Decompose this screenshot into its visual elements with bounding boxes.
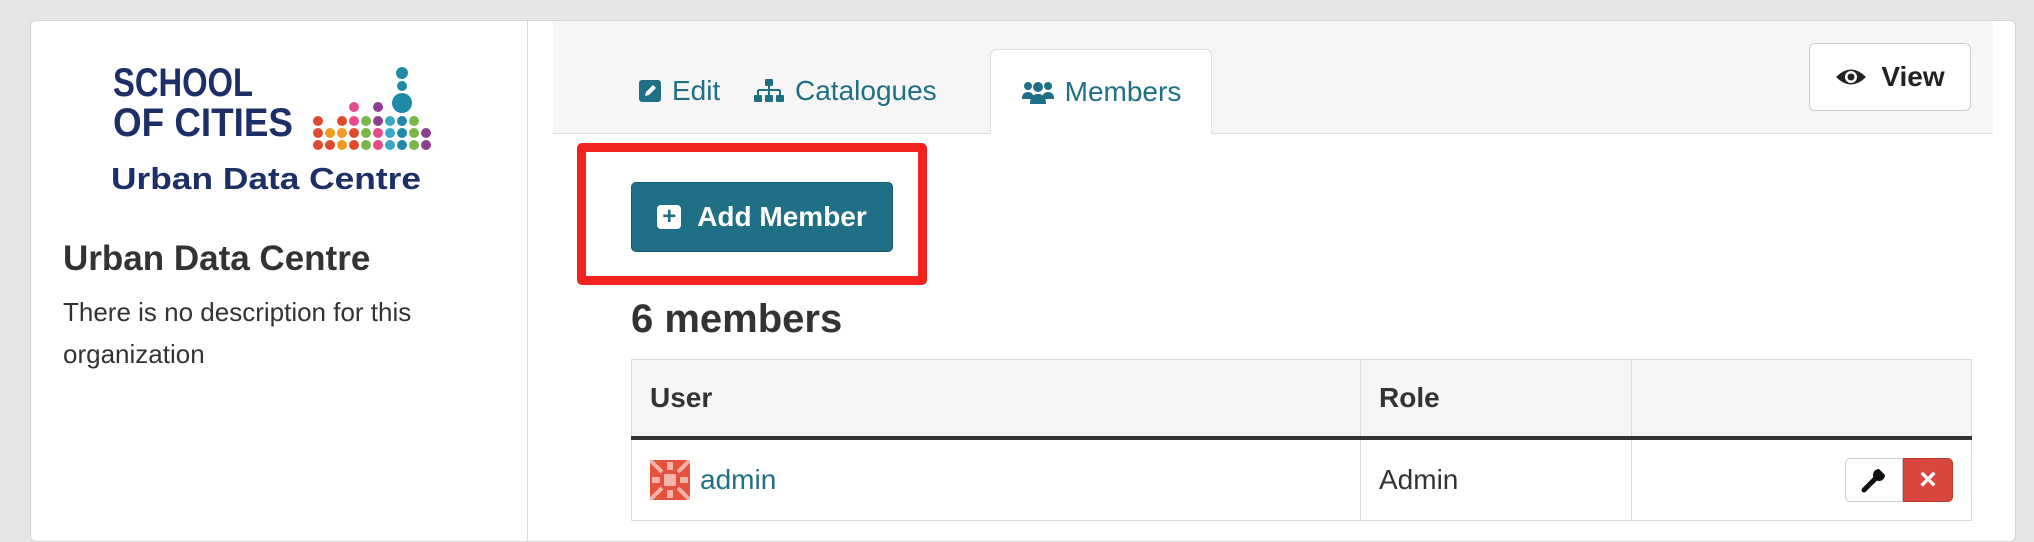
wrench-icon <box>1861 469 1885 493</box>
table-row: admin Admin × <box>631 437 1972 521</box>
close-icon: × <box>1919 463 1937 496</box>
add-member-button[interactable]: + Add Member <box>631 182 893 252</box>
logo-line1: SCHOOL <box>113 61 253 105</box>
table-header-row: User Role <box>631 359 1972 440</box>
tab-edit[interactable]: Edit <box>638 49 720 133</box>
org-title: Urban Data Centre <box>63 239 371 278</box>
header-user: User <box>631 359 1361 440</box>
logo-subtitle: Urban Data Centre <box>111 161 421 196</box>
add-member-label: Add Member <box>697 201 867 232</box>
edit-member-button[interactable] <box>1845 458 1903 502</box>
sitemap-icon <box>754 79 784 102</box>
org-sidebar: SCHOOL OF CITIES Urban Data Centre Urban… <box>31 21 528 541</box>
view-button[interactable]: View <box>1809 43 1971 111</box>
tab-bar: Edit Catalogues Members View <box>553 21 1993 134</box>
avatar <box>650 460 690 500</box>
user-link-admin[interactable]: admin <box>700 464 776 496</box>
plus-square-icon: + <box>657 205 682 229</box>
users-icon <box>1021 81 1054 104</box>
tab-catalogues[interactable]: Catalogues <box>753 49 937 133</box>
role-cell: Admin <box>1360 437 1632 521</box>
organization-card: SCHOOL OF CITIES Urban Data Centre Urban… <box>30 20 2016 542</box>
tab-members[interactable]: Members <box>990 49 1212 134</box>
org-logo: SCHOOL OF CITIES Urban Data Centre <box>111 61 431 196</box>
actions-cell: × <box>1631 437 1972 521</box>
members-table: User Role admin Admin × <box>631 359 1972 521</box>
user-cell: admin <box>631 437 1361 521</box>
eye-icon <box>1836 69 1867 85</box>
tab-catalogues-label: Catalogues <box>795 75 937 106</box>
members-count: 6 members <box>631 297 843 341</box>
header-actions <box>1631 359 1972 440</box>
org-description: There is no description for this organiz… <box>63 297 412 369</box>
delete-member-button[interactable]: × <box>1903 458 1953 502</box>
edit-icon <box>639 80 661 102</box>
row-actions: × <box>1845 458 1953 502</box>
tab-edit-label: Edit <box>672 75 721 106</box>
header-role: Role <box>1360 359 1632 440</box>
logo-dot-skyline <box>313 67 431 150</box>
tab-members-label: Members <box>1064 75 1182 107</box>
main-panel: Edit Catalogues Members View + Add Membe… <box>553 21 1993 541</box>
logo-line2: OF CITIES <box>113 101 293 145</box>
view-button-label: View <box>1881 61 1945 92</box>
